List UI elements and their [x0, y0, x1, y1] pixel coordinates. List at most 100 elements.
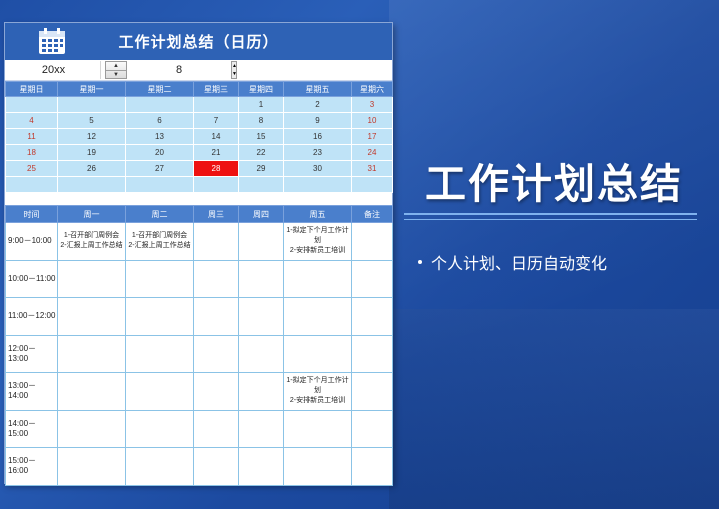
calendar-day-cell[interactable]: 29 [238, 160, 284, 177]
year-field[interactable]: 20xx [7, 61, 101, 79]
calendar-day-cell[interactable] [351, 176, 393, 193]
spreadsheet-panel: 工作计划总结（日历） 20xx ▲ ▼ 8 ▲ ▼ 星期日 星期一 星期二 星期三 星期四… [4, 22, 393, 486]
schedule-cell[interactable] [283, 259, 352, 298]
schedule-cell[interactable] [238, 372, 284, 411]
calendar-week-row: 123 [5, 96, 393, 113]
schedule-header: 周五 [283, 205, 352, 223]
schedule-cell[interactable] [193, 409, 239, 448]
month-field[interactable]: 8 [127, 61, 231, 79]
schedule-cell[interactable] [57, 259, 126, 298]
schedule-cell[interactable] [351, 447, 393, 486]
calendar-day-cell[interactable]: 2 [283, 96, 352, 113]
calendar-day-cell[interactable]: 23 [283, 144, 352, 161]
calendar-day-cell[interactable]: 14 [193, 128, 239, 145]
schedule-cell[interactable] [125, 409, 194, 448]
schedule-cell[interactable] [351, 409, 393, 448]
schedule-cell[interactable] [238, 409, 284, 448]
calendar-day-cell[interactable]: 25 [5, 160, 58, 177]
calendar-day-cell[interactable]: 22 [238, 144, 284, 161]
calendar-day-cell[interactable]: 1 [238, 96, 284, 113]
schedule-cell[interactable] [283, 297, 352, 336]
schedule-cell[interactable] [125, 372, 194, 411]
calendar-day-cell[interactable]: 18 [5, 144, 58, 161]
schedule-cell[interactable] [193, 372, 239, 411]
calendar-day-cell[interactable]: 4 [5, 112, 58, 129]
schedule-cell[interactable] [125, 334, 194, 373]
calendar-day-cell[interactable]: 20 [125, 144, 194, 161]
calendar-day-cell[interactable] [238, 176, 284, 193]
schedule-cell[interactable]: 1-召开部门周例会 2-汇报上周工作总结 [57, 222, 126, 261]
calendar-day-cell[interactable]: 30 [283, 160, 352, 177]
calendar-day-cell[interactable] [125, 176, 194, 193]
calendar-day-cell[interactable] [5, 96, 58, 113]
schedule-cell[interactable] [351, 222, 393, 261]
down-arrow-icon[interactable]: ▼ [106, 70, 126, 78]
calendar-day-cell[interactable]: 13 [125, 128, 194, 145]
calendar-day-cell[interactable] [193, 96, 239, 113]
schedule-cell[interactable] [238, 222, 284, 261]
calendar-day-cell[interactable]: 17 [351, 128, 393, 145]
calendar-day-cell[interactable]: 21 [193, 144, 239, 161]
schedule-cell[interactable] [351, 259, 393, 298]
calendar-day-cell[interactable] [57, 176, 126, 193]
calendar-day-cell[interactable]: 31 [351, 160, 393, 177]
schedule-cell[interactable] [125, 447, 194, 486]
month-spinner[interactable]: ▲ ▼ [231, 61, 237, 79]
schedule-cell[interactable] [351, 297, 393, 336]
calendar-week-row: 4 5 6 7 8 9 10 [5, 112, 393, 129]
calendar-day-cell[interactable]: 9 [283, 112, 352, 129]
calendar-day-cell[interactable]: 26 [57, 160, 126, 177]
year-spinner[interactable]: ▲ ▼ [105, 61, 127, 79]
schedule-cell[interactable] [238, 334, 284, 373]
calendar-day-cell[interactable]: 11 [5, 128, 58, 145]
schedule-cell[interactable] [193, 259, 239, 298]
calendar-day-cell[interactable]: 12 [57, 128, 126, 145]
calendar-day-cell[interactable]: 3 [351, 96, 393, 113]
schedule-cell[interactable] [351, 334, 393, 373]
schedule-cell[interactable] [193, 297, 239, 336]
headline: 工作计划总结 [425, 161, 683, 207]
schedule-cell[interactable] [57, 334, 126, 373]
sheet-title-bar: 工作计划总结（日历） [5, 23, 392, 60]
schedule-cell[interactable] [125, 259, 194, 298]
schedule-cell[interactable] [351, 372, 393, 411]
up-arrow-icon[interactable]: ▲ [106, 62, 126, 70]
schedule-cell[interactable] [283, 409, 352, 448]
calendar-day-cell[interactable]: 15 [238, 128, 284, 145]
calendar-day-cell[interactable]: 24 [351, 144, 393, 161]
calendar-day-cell[interactable]: 7 [193, 112, 239, 129]
schedule-cell[interactable] [238, 297, 284, 336]
time-slot: 10:00－11:00 [5, 259, 58, 298]
schedule-cell[interactable] [57, 372, 126, 411]
schedule-cell[interactable] [125, 297, 194, 336]
calendar-day-cell[interactable] [193, 176, 239, 193]
schedule-cell[interactable] [193, 334, 239, 373]
schedule-cell[interactable] [238, 259, 284, 298]
schedule-cell[interactable] [57, 447, 126, 486]
schedule-cell[interactable]: 1-召开部门周例会 2-汇报上周工作总结 [125, 222, 194, 261]
calendar-week-row: 18 19 20 21 22 23 24 [5, 144, 393, 161]
divider [404, 213, 697, 215]
calendar-day-cell[interactable]: 28 [193, 160, 239, 177]
schedule-cell[interactable] [193, 447, 239, 486]
calendar-day-cell[interactable] [5, 176, 58, 193]
calendar-day-cell[interactable]: 16 [283, 128, 352, 145]
calendar-day-cell[interactable]: 6 [125, 112, 194, 129]
schedule-cell[interactable]: 1-拟定下个月工作计划 2-安排新员工培训 [283, 222, 352, 261]
calendar-day-cell[interactable]: 10 [351, 112, 393, 129]
calendar-day-cell[interactable]: 8 [238, 112, 284, 129]
calendar-day-cell[interactable] [57, 96, 126, 113]
schedule-cell[interactable] [57, 409, 126, 448]
schedule-cell[interactable] [57, 297, 126, 336]
calendar-day-cell[interactable]: 27 [125, 160, 194, 177]
calendar-day-cell[interactable] [125, 96, 194, 113]
schedule-cell[interactable]: 1-拟定下个月工作计划 2-安排新员工培训 [283, 372, 352, 411]
schedule-cell[interactable] [283, 447, 352, 486]
calendar-day-cell[interactable] [283, 176, 352, 193]
calendar-day-cell[interactable]: 5 [57, 112, 126, 129]
schedule-cell[interactable] [238, 447, 284, 486]
calendar-day-cell[interactable]: 19 [57, 144, 126, 161]
schedule-cell[interactable] [283, 334, 352, 373]
schedule-cell[interactable] [193, 222, 239, 261]
month-calendar: 星期日 星期一 星期二 星期三 星期四 星期五 星期六 1 2 3 4 5 6 7 8 9 10 11 12 13 1… [5, 81, 393, 193]
